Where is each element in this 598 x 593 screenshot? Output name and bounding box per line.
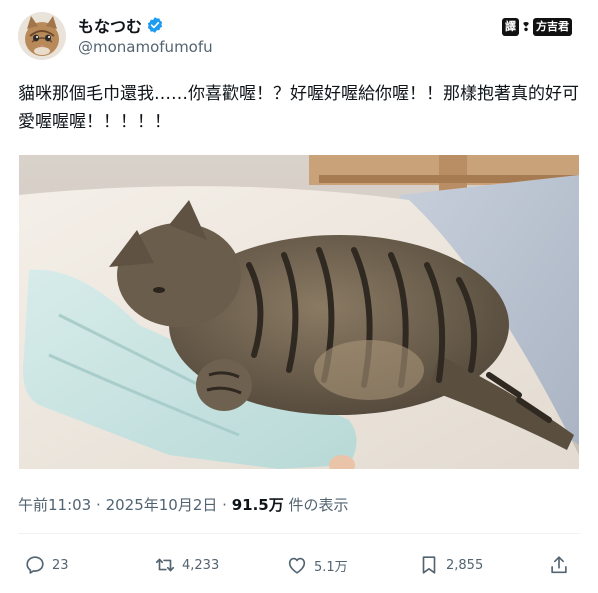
cat-avatar-icon[interactable] bbox=[18, 12, 66, 60]
reply-button[interactable]: 23 bbox=[24, 549, 69, 581]
tweet-date[interactable]: 2025年10月2日 bbox=[106, 496, 218, 514]
like-count: 5.1万 bbox=[314, 559, 348, 575]
bookmark-button[interactable]: 2,855 bbox=[418, 549, 483, 581]
translator-mark: 譯 bbox=[501, 18, 519, 36]
views-label: 件の表示 bbox=[288, 496, 349, 514]
translator-separator: ❢ bbox=[520, 20, 531, 34]
tweet-header: もなつむ @monamofumofu 譯 ❢ 方吉君 bbox=[18, 12, 578, 62]
bookmark-count: 2,855 bbox=[446, 557, 484, 573]
action-bar: 23 4,233 5.1万 2,855 bbox=[18, 549, 580, 581]
tweet-text: 貓咪那個毛巾還我……你喜歡喔！？好喔好喔給你喔！！那樣抱著真的好可愛喔喔喔！！！… bbox=[18, 84, 579, 132]
meta-separator: · bbox=[96, 496, 101, 514]
translator-logo: 譯 ❢ 方吉君 bbox=[501, 18, 572, 36]
bookmark-icon bbox=[418, 554, 440, 576]
share-button[interactable] bbox=[548, 549, 570, 581]
translator-name: 方吉君 bbox=[533, 18, 572, 36]
tweet-photo[interactable] bbox=[19, 155, 579, 469]
meta-separator: · bbox=[222, 496, 227, 514]
repost-button[interactable]: 4,233 bbox=[154, 549, 219, 581]
tweet-meta: 午前11:03 · 2025年10月2日 · 91.5万 件の表示 bbox=[18, 494, 349, 515]
verified-badge-icon bbox=[146, 16, 164, 34]
views-count: 91.5万 bbox=[231, 496, 284, 514]
tweet-time[interactable]: 午前11:03 bbox=[18, 496, 91, 514]
divider bbox=[18, 533, 580, 534]
like-button[interactable]: 5.1万 bbox=[286, 549, 348, 581]
display-name[interactable]: もなつむ bbox=[78, 13, 142, 37]
repost-icon bbox=[154, 554, 176, 576]
heart-icon bbox=[286, 554, 308, 576]
repost-count: 4,233 bbox=[182, 557, 220, 573]
user-handle[interactable]: @monamofumofu bbox=[78, 38, 213, 56]
tweet-card: もなつむ @monamofumofu 譯 ❢ 方吉君 貓咪那個毛巾還我……你喜歡… bbox=[0, 0, 598, 593]
share-icon bbox=[548, 554, 570, 576]
reply-icon bbox=[24, 554, 46, 576]
reply-count: 23 bbox=[52, 557, 69, 573]
user-info: もなつむ @monamofumofu bbox=[78, 14, 213, 56]
